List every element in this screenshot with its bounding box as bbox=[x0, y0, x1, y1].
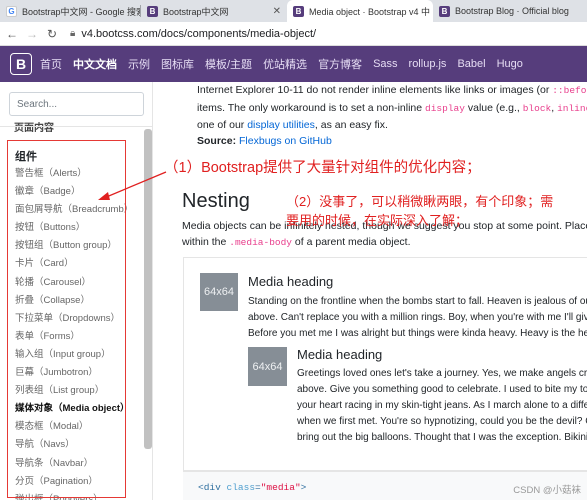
nav-link-examples[interactable]: 示例 bbox=[128, 56, 150, 72]
text-line: Greetings loved ones let's take a journe… bbox=[297, 368, 587, 379]
inline-code: block bbox=[522, 102, 552, 114]
placeholder-image: 64x64 bbox=[200, 273, 238, 311]
text: of a parent media object. bbox=[292, 236, 411, 248]
text: one of our bbox=[197, 119, 248, 131]
flexbugs-link[interactable]: Flexbugs on GitHub bbox=[239, 135, 332, 147]
text-line: Before you met me I was alright but thin… bbox=[248, 328, 587, 339]
browser-tab-2-active[interactable]: B Media object · Bootstrap v4 中 ✕ bbox=[287, 0, 433, 22]
tab-title: Media object · Bootstrap v4 中 bbox=[309, 6, 431, 17]
watermark: CSDN @小菇袜 bbox=[513, 485, 581, 496]
sidebar-scrollbar[interactable] bbox=[144, 129, 152, 449]
forward-arrow-icon[interactable]: → bbox=[24, 27, 40, 41]
nested-media-heading: Media heading bbox=[297, 347, 383, 362]
text: items. The only workaround is to set a n… bbox=[197, 101, 426, 114]
code-attr: class bbox=[226, 482, 256, 493]
code-line: <div class="media"> bbox=[198, 482, 306, 493]
bootstrap-logo-icon[interactable]: B bbox=[10, 53, 32, 75]
bootstrap-favicon-icon: B bbox=[147, 5, 158, 17]
nested-media-body-text: Greetings loved ones let's take a journe… bbox=[297, 366, 587, 446]
site-navbar: B 首页 中文文档 示例 图标库 模板/主题 优站精选 官方博客 Sass ro… bbox=[0, 46, 587, 82]
ie-note-paragraph: Internet Explorer 10-11 do not render in… bbox=[197, 82, 587, 134]
media-body-text: Standing on the frontline when the bombs… bbox=[248, 294, 587, 342]
reload-icon[interactable]: ↻ bbox=[44, 27, 60, 41]
text-line: above. Can't replace you with a million … bbox=[248, 312, 587, 323]
browser-tab-0[interactable]: G Bootstrap中文网 - Google 搜索 ✕ bbox=[0, 0, 140, 22]
url-text: v4.bootcss.com/docs/components/media-obj… bbox=[81, 27, 317, 40]
annotation-line: 要用的时候，在实际深入了解； bbox=[286, 213, 469, 228]
text-line: above. Give you something good to celebr… bbox=[297, 384, 587, 395]
google-favicon-icon: G bbox=[6, 5, 17, 17]
nav-link-blog[interactable]: 官方博客 bbox=[318, 56, 362, 72]
browser-tab-bar: G Bootstrap中文网 - Google 搜索 ✕ B Bootstrap… bbox=[0, 0, 587, 22]
url-field[interactable]: 🔒︎ v4.bootcss.com/docs/components/media-… bbox=[70, 28, 316, 40]
divider bbox=[0, 126, 152, 127]
annotation-highlight-box bbox=[7, 140, 126, 498]
main-content: Internet Explorer 10-11 do not render in… bbox=[153, 82, 587, 500]
close-tab-icon[interactable]: ✕ bbox=[267, 6, 281, 17]
display-utilities-link[interactable]: display utilities bbox=[247, 119, 315, 131]
annotation-note-1: （1）Bootstrap提供了大量针对组件的优化内容； bbox=[164, 160, 481, 176]
source-label: Source: bbox=[197, 135, 237, 147]
annotation-note-2: （2）没事了，可以稍微瞅两眼，有个印象；需 要用的时候，在实际深入了解； bbox=[286, 192, 553, 230]
placeholder-image-nested: 64x64 bbox=[248, 347, 287, 386]
tab-title: Bootstrap中文网 - Google 搜索 bbox=[22, 6, 140, 17]
code-string: "media" bbox=[260, 482, 301, 493]
lock-icon: 🔒︎ bbox=[70, 28, 76, 39]
source-line: Source: Flexbugs on GitHub bbox=[197, 135, 332, 147]
address-bar: ← → ↻ 🔒︎ v4.bootcss.com/docs/components/… bbox=[0, 22, 587, 46]
browser-tab-1[interactable]: B Bootstrap中文网 ✕ bbox=[141, 0, 287, 22]
bootstrap-favicon-icon: B bbox=[439, 5, 450, 17]
text: within the bbox=[182, 236, 230, 248]
code-tag: <div bbox=[198, 482, 227, 493]
nav-link-themes[interactable]: 模板/主题 bbox=[205, 56, 252, 72]
media-example-box: 64x64 Media heading Standing on the fron… bbox=[183, 257, 587, 471]
inline-code: .media-body bbox=[229, 237, 292, 248]
nav-link-icons[interactable]: 图标库 bbox=[161, 56, 194, 72]
text: value (e.g., bbox=[464, 101, 523, 114]
text-line: Standing on the frontline when the bombs… bbox=[248, 296, 587, 307]
annotation-line: （2）没事了，可以稍微瞅两眼，有个印象；需 bbox=[286, 194, 554, 209]
inline-code: ::before bbox=[552, 85, 587, 96]
code-tag: > bbox=[300, 482, 307, 493]
browser-tab-3[interactable]: B Bootstrap Blog · Official blog bbox=[433, 0, 587, 22]
tab-title: Bootstrap中文网 bbox=[163, 6, 229, 17]
tab-title: Bootstrap Blog · Official blog bbox=[455, 6, 569, 16]
nav-link-sass[interactable]: Sass bbox=[373, 58, 397, 70]
inline-code: inline-block bbox=[557, 102, 587, 114]
nav-link-docs[interactable]: 中文文档 bbox=[73, 56, 117, 72]
text: , as an easy fix. bbox=[314, 119, 388, 131]
nav-link-home[interactable]: 首页 bbox=[40, 56, 62, 72]
text-line: your heart racing in my skin-tight jeans… bbox=[297, 400, 587, 411]
back-arrow-icon[interactable]: ← bbox=[4, 27, 20, 41]
text-line: when we first met. You're so hypnotizing… bbox=[297, 416, 587, 427]
nav-link-hugo[interactable]: Hugo bbox=[497, 58, 523, 70]
nav-link-expo[interactable]: 优站精选 bbox=[263, 56, 307, 72]
nav-link-rollup[interactable]: rollup.js bbox=[409, 58, 447, 70]
section-heading-nesting: Nesting bbox=[182, 190, 250, 212]
nav-link-babel[interactable]: Babel bbox=[457, 58, 485, 70]
media-heading: Media heading bbox=[248, 274, 334, 289]
search-input[interactable] bbox=[9, 92, 144, 116]
text: Internet Explorer 10-11 do not render in… bbox=[197, 84, 553, 96]
bootstrap-favicon-icon: B bbox=[293, 5, 304, 17]
text-line: bring out the big balloons. Thought that… bbox=[297, 432, 587, 443]
docs-sidebar: 页面内容 组件 警告框（Alerts） 徽章（Badge） 面包屑导航（Brea… bbox=[0, 82, 153, 500]
inline-code: display bbox=[425, 102, 465, 114]
